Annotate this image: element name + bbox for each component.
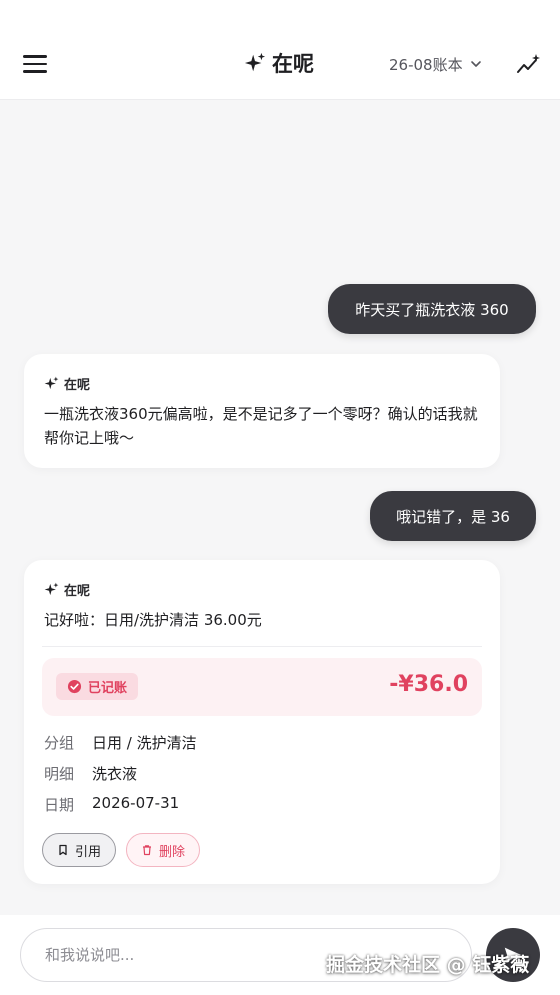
page-title: 在呢	[272, 52, 314, 76]
sparkle-icon	[244, 52, 266, 72]
assistant-name: 在呢	[44, 374, 90, 393]
ledger-label: 26-08账本	[389, 55, 463, 74]
assistant-name: 在呢	[44, 580, 90, 599]
delete-button[interactable]: 删除	[126, 833, 200, 867]
chat-area: 昨天买了瓶洗衣液 360 在呢 一瓶洗衣液360元偏高啦，是不是记多了一个零呀？…	[0, 100, 560, 915]
ledger-selector[interactable]: 26-08账本	[389, 52, 483, 76]
divider	[42, 646, 482, 647]
send-icon	[504, 947, 522, 963]
assistant-text: 记好啦：日用/洗护清洁 36.00元	[44, 611, 262, 629]
record-summary: 已记账 -¥36.0	[42, 658, 482, 716]
user-message: 哦记错了，是 36	[370, 491, 536, 541]
bookmark-icon	[59, 844, 67, 856]
brand: 在呢	[244, 48, 314, 78]
quote-button[interactable]: 引用	[42, 833, 116, 867]
chevron-down-icon	[470, 61, 481, 67]
detail-row-item: 明细 洗衣液	[44, 765, 138, 783]
user-message: 昨天买了瓶洗衣液 360	[328, 284, 536, 334]
trend-sparkle-icon[interactable]	[516, 52, 542, 78]
assistant-record-card: 在呢 记好啦：日用/洗护清洁 36.00元 已记账 -¥36.0 分组 日用 /…	[24, 560, 500, 884]
send-button[interactable]	[486, 928, 540, 982]
app-header: 在呢 26-08账本	[0, 0, 560, 100]
assistant-text: 一瓶洗衣液360元偏高啦，是不是记多了一个零呀？确认的话我就帮你记上哦～	[44, 405, 478, 447]
menu-icon[interactable]	[22, 52, 48, 76]
sparkle-icon	[44, 376, 59, 390]
check-circle-icon	[67, 679, 82, 694]
detail-row-category: 分组 日用 / 洗护清洁	[44, 734, 197, 752]
message-input[interactable]	[20, 928, 472, 982]
record-amount: -¥36.0	[389, 672, 468, 697]
sparkle-icon	[44, 582, 59, 596]
detail-row-date: 日期 2026-07-31	[44, 794, 180, 814]
trash-icon	[142, 845, 151, 856]
input-bar	[0, 915, 560, 995]
assistant-message: 在呢 一瓶洗衣液360元偏高啦，是不是记多了一个零呀？确认的话我就帮你记上哦～	[24, 354, 500, 468]
status-badge: 已记账	[56, 673, 138, 700]
